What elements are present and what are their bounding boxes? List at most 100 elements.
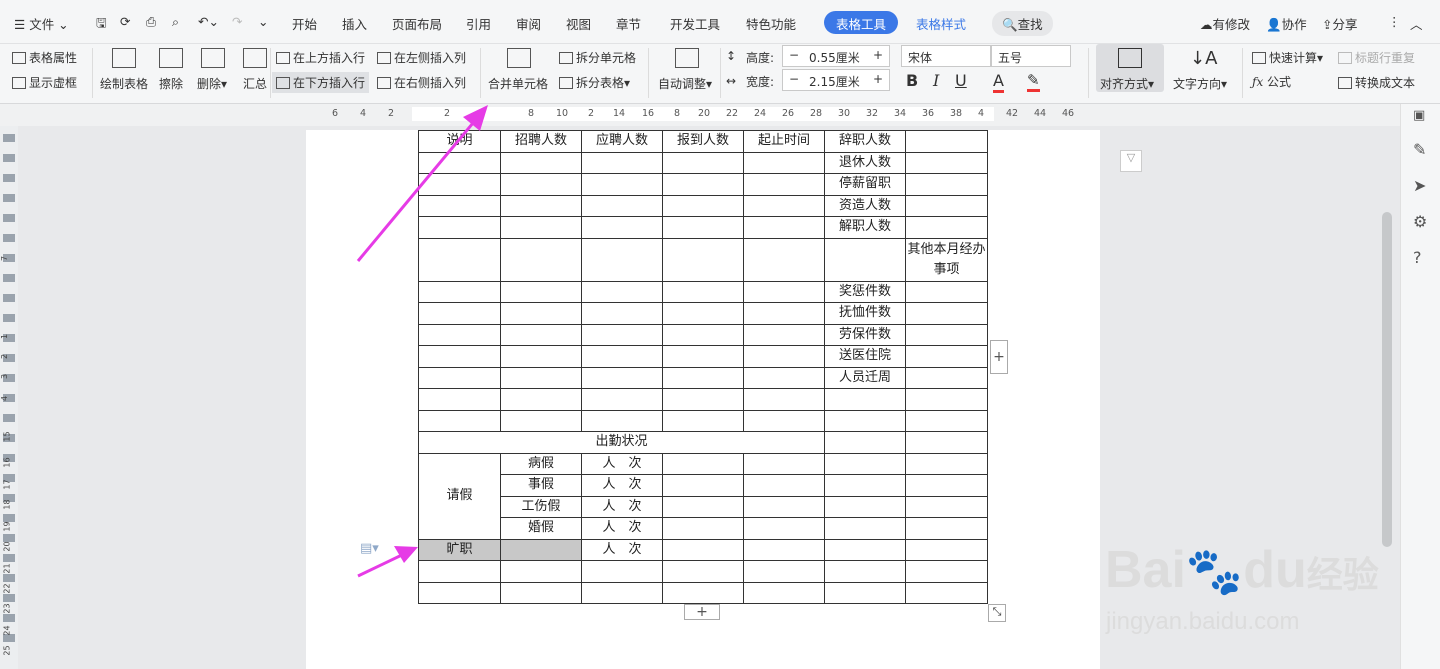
header-cell[interactable]: 应聘人数 [581, 130, 663, 153]
table-cell[interactable] [743, 302, 825, 325]
table-cell[interactable] [581, 237, 663, 282]
count-cell[interactable]: 人 次 [581, 452, 663, 475]
auto-adjust-button[interactable]: 自动调整▾ [658, 75, 712, 92]
add-column-button[interactable]: + [990, 340, 1008, 374]
header-cell[interactable]: 招聘人数 [500, 130, 582, 153]
count-cell[interactable]: 人 次 [581, 517, 663, 540]
table-cell[interactable] [824, 388, 906, 411]
tab-home[interactable]: 开始 [292, 14, 317, 33]
tab-table-style[interactable]: 表格样式 [916, 14, 966, 33]
table-cell[interactable] [500, 409, 582, 432]
table-cell[interactable] [743, 474, 825, 497]
width-decrease-button[interactable]: − [789, 72, 799, 86]
table-cell[interactable] [905, 517, 988, 540]
table-cell[interactable] [662, 495, 744, 518]
table-cell[interactable] [905, 474, 988, 497]
table-cell[interactable] [824, 409, 906, 432]
table-cell[interactable] [662, 280, 744, 303]
count-cell[interactable]: 人 次 [581, 538, 663, 561]
table-cell[interactable] [824, 474, 906, 497]
table-cell[interactable] [824, 581, 906, 604]
table-cell[interactable] [418, 581, 501, 604]
table-cell[interactable] [581, 409, 663, 432]
table-cell[interactable]: 人员迁周 [824, 366, 906, 389]
pen-icon[interactable]: ✎ [1413, 140, 1426, 159]
save-icon[interactable]: 🖫 [96, 14, 107, 35]
table-cell[interactable] [662, 560, 744, 583]
print-preview-icon[interactable]: ⌕ [172, 14, 179, 30]
redo-icon[interactable]: ↷ [232, 14, 242, 29]
table-cell[interactable] [905, 431, 988, 454]
table-cell[interactable] [662, 345, 744, 368]
table-cell[interactable]: 奖惩件数 [824, 280, 906, 303]
table-cell[interactable] [905, 302, 988, 325]
table-cell[interactable] [743, 409, 825, 432]
table-cell[interactable] [662, 474, 744, 497]
split-cell-button[interactable]: 拆分单元格 [559, 49, 636, 66]
table-cell[interactable] [581, 194, 663, 217]
table-cell[interactable] [662, 302, 744, 325]
table-cell[interactable] [500, 151, 582, 174]
table-cell[interactable] [905, 409, 988, 432]
table-cell[interactable] [905, 581, 988, 604]
insert-below-button[interactable]: 在下方插入行 [272, 72, 370, 93]
table-cell[interactable] [905, 366, 988, 389]
table-cell[interactable] [662, 173, 744, 196]
highlight-icon[interactable]: ✎ [1027, 71, 1040, 92]
leave-type-cell[interactable]: 工伤假 [500, 495, 582, 518]
print-icon[interactable]: ⎙ [146, 14, 156, 30]
font-color-button[interactable]: A [993, 71, 1004, 93]
formula-button[interactable]: ƒx 公式 [1252, 73, 1291, 90]
table-cell[interactable] [662, 151, 744, 174]
table-cell[interactable] [743, 366, 825, 389]
table-cell[interactable] [581, 345, 663, 368]
table-props-button[interactable]: 表格属性 [12, 49, 77, 66]
insert-left-button[interactable]: 在左侧插入列 [377, 49, 466, 66]
table-cell[interactable] [743, 517, 825, 540]
table-cell[interactable] [905, 452, 988, 475]
width-increase-button[interactable]: + [873, 72, 883, 86]
table-cell[interactable] [581, 560, 663, 583]
tab-view[interactable]: 视图 [566, 14, 591, 33]
height-decrease-button[interactable]: − [789, 48, 799, 62]
table-cell[interactable] [500, 302, 582, 325]
table-cell[interactable] [662, 538, 744, 561]
table-cell[interactable] [662, 366, 744, 389]
quick-calc-button[interactable]: 快速计算▾ [1252, 49, 1323, 66]
table-cell[interactable] [662, 517, 744, 540]
horizontal-ruler[interactable]: 6 4 2 2 8 10 2 14 16 8 20 22 24 26 28 30 32 34 36 38 4 42 44 46 [0, 104, 1440, 126]
table-cell[interactable] [500, 280, 582, 303]
merge-cells-button[interactable]: 合并单元格 [488, 75, 548, 92]
tab-insert[interactable]: 插入 [342, 14, 367, 33]
settings-icon[interactable]: ⚙ [1413, 212, 1427, 231]
search-button[interactable]: 🔍查找 [992, 11, 1053, 36]
table-cell[interactable]: 资造人数 [824, 194, 906, 217]
table-cell[interactable] [500, 345, 582, 368]
table-cell[interactable] [824, 495, 906, 518]
repeat-header-button[interactable]: 标题行重复 [1338, 49, 1415, 66]
panel-toggle-icon[interactable]: ▣ [1413, 108, 1425, 123]
table-cell[interactable] [581, 366, 663, 389]
table-cell[interactable] [581, 323, 663, 346]
table-cell[interactable] [905, 323, 988, 346]
table-cell[interactable] [500, 323, 582, 346]
insert-right-button[interactable]: 在右侧插入列 [377, 74, 466, 91]
erase-button[interactable]: 擦除 [159, 75, 183, 92]
table-cell[interactable] [500, 194, 582, 217]
show-grid-button[interactable]: 显示虚框 [12, 74, 77, 91]
table-cell[interactable] [824, 538, 906, 561]
tab-layout[interactable]: 页面布局 [392, 14, 442, 33]
insert-above-button[interactable]: 在上方插入行 [276, 49, 365, 66]
vertical-scrollbar[interactable] [1382, 212, 1392, 547]
file-menu[interactable]: ☰ 文件 ⌄ [14, 14, 69, 33]
table-cell[interactable] [905, 495, 988, 518]
text-direction-button[interactable]: 文字方向▾ [1173, 75, 1227, 92]
height-increase-button[interactable]: + [873, 48, 883, 62]
table-cell[interactable] [743, 581, 825, 604]
table-cell[interactable] [581, 151, 663, 174]
table-cell[interactable] [824, 431, 906, 454]
table-cell[interactable]: 抚恤件数 [824, 302, 906, 325]
font-select[interactable]: 宋体 [901, 45, 991, 67]
select-icon[interactable]: ➤ [1413, 176, 1426, 195]
table-cell[interactable] [743, 323, 825, 346]
